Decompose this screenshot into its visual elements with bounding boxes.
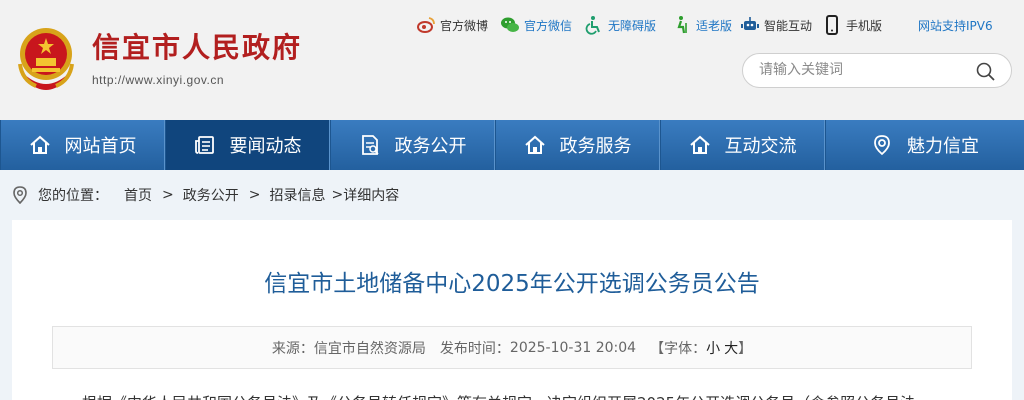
toplink-label: 官方微博 — [440, 18, 489, 33]
toplink-label: 智能互动 — [764, 18, 813, 33]
nav-item-label: 政务服务 — [559, 136, 632, 157]
article-meta: 来源： 信宜市自然资源局 发布时间： 2025-10-31 20:04 【字体：… — [52, 326, 972, 369]
nav-item-label: 政务公开 — [394, 136, 467, 157]
nav-item-public-affairs[interactable]: 政务公开 — [330, 120, 495, 170]
font-size-large-button[interactable]: 大 — [724, 338, 738, 358]
home-icon — [524, 135, 545, 154]
breadcrumb-item-public-affairs[interactable]: 政务公开 — [183, 185, 239, 205]
location-pin-icon — [13, 186, 27, 204]
toplink-wechat[interactable]: 官方微信 — [500, 14, 572, 36]
breadcrumb: 您的位置： 首页 > 政务公开 > 招录信息 > 详细内容 — [0, 170, 1024, 220]
location-icon — [874, 135, 890, 156]
news-icon — [194, 136, 214, 154]
nav-item-news[interactable]: 要闻动态 — [165, 120, 330, 170]
nav-item-charm-xinyi[interactable]: 魅力信宜 — [825, 120, 1024, 170]
search-input[interactable] — [759, 58, 979, 82]
toplink-label: 手机版 — [846, 18, 883, 33]
breadcrumb-separator: > — [331, 187, 344, 203]
weibo-icon — [417, 17, 435, 33]
top-links-bar: 官方微博 官方微信 无障碍版 适老版 智能互动 手机版 网站支持IPV6 — [0, 14, 1024, 38]
toplink-elderly[interactable]: 适老版 — [672, 14, 732, 36]
article-body: 根据《中华人民共和国公务员法》及《公务员转任规定》等有关规定，决定组织开展202… — [52, 392, 972, 400]
nav-item-label: 魅力信宜 — [907, 136, 979, 157]
toplink-label: 适老版 — [696, 18, 733, 33]
breadcrumb-separator: > — [162, 187, 174, 203]
document-icon — [361, 135, 379, 155]
nav-item-interaction[interactable]: 互动交流 — [660, 120, 825, 170]
font-size-close: 】 — [738, 340, 753, 357]
publish-time-value: 2025-10-31 20:04 — [509, 339, 637, 356]
source-value: 信宜市自然资源局 — [313, 340, 426, 357]
breadcrumb-item-detail: 详细内容 — [343, 188, 400, 204]
toplink-label: 无障碍版 — [608, 18, 657, 33]
nav-item-services[interactable]: 政务服务 — [495, 120, 660, 170]
wechat-icon — [501, 17, 519, 32]
breadcrumb-separator: > — [248, 187, 261, 203]
toplink-robot[interactable]: 智能互动 — [740, 14, 812, 36]
site-header: 信宜市人民政府 http://www.xinyi.gov.cn 官方微博 官方微… — [0, 0, 1024, 120]
breadcrumb-item-recruitment[interactable]: 招录信息 — [269, 185, 325, 205]
font-size-small-button[interactable]: 小 — [706, 338, 720, 358]
elderly-icon — [677, 16, 687, 34]
home-icon — [689, 135, 710, 154]
article-panel: 信宜市土地储备中心2025年公开选调公务员公告 来源： 信宜市自然资源局 发布时… — [12, 220, 1012, 400]
publish-time-label: 发布时间： — [439, 340, 510, 357]
robot-icon — [741, 17, 759, 30]
nav-item-label: 互动交流 — [724, 136, 797, 157]
nav-item-home[interactable]: 网站首页 — [0, 120, 165, 170]
home-icon — [29, 135, 50, 154]
toplink-weibo[interactable]: 官方微博 — [416, 14, 488, 36]
font-size-label: 【字体： — [650, 340, 707, 357]
search-box — [742, 53, 1012, 88]
mobile-icon — [826, 15, 838, 35]
breadcrumb-item-home[interactable]: 首页 — [124, 185, 152, 205]
search-icon[interactable] — [975, 61, 997, 83]
site-url: http://www.xinyi.gov.cn — [92, 73, 224, 87]
toplink-label: 官方微信 — [524, 18, 573, 33]
main-nav: 网站首页 要闻动态 政务公开 政务服务 互动交流 魅力信宜 — [0, 120, 1024, 170]
nav-item-label: 要闻动态 — [229, 136, 302, 157]
toplink-accessibility[interactable]: 无障碍版 — [584, 14, 656, 36]
toplink-label: 网站支持IPV6 — [918, 18, 993, 33]
toplink-ipv6[interactable]: 网站支持IPV6 — [918, 14, 993, 36]
source-label: 来源： — [271, 340, 314, 357]
article-title: 信宜市土地储备中心2025年公开选调公务员公告 — [264, 271, 760, 297]
accessibility-icon — [585, 16, 600, 35]
breadcrumb-prefix: 您的位置： — [38, 188, 108, 204]
nav-item-label: 网站首页 — [64, 136, 137, 157]
toplink-mobile[interactable]: 手机版 — [822, 14, 882, 36]
